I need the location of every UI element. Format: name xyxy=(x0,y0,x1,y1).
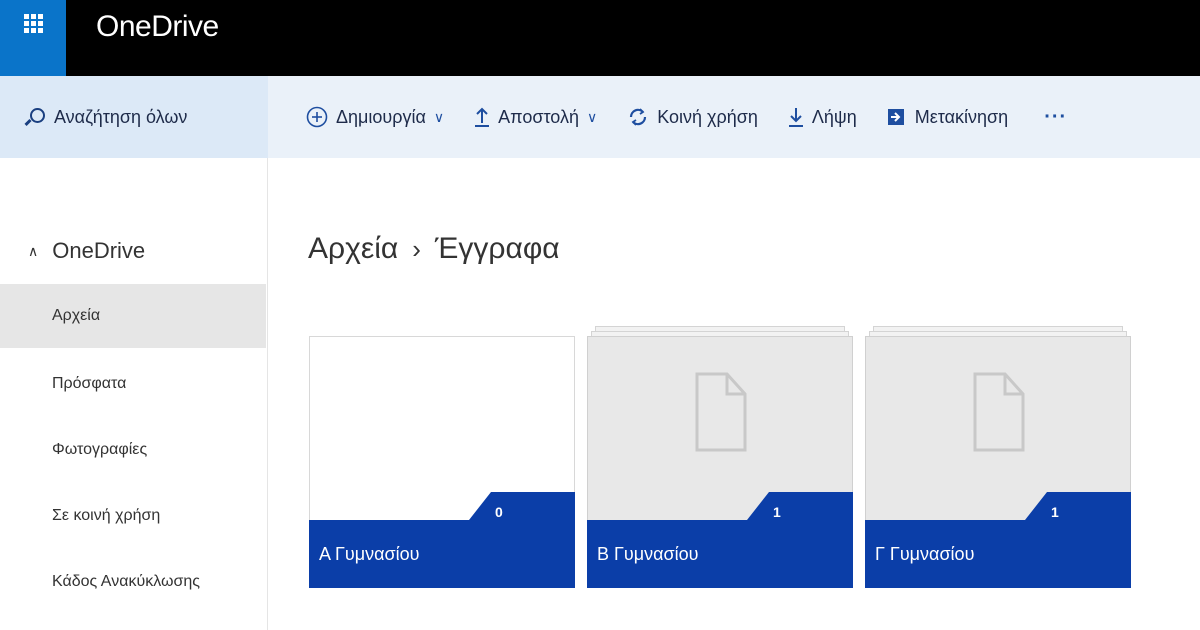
breadcrumb-parent[interactable]: Αρχεία xyxy=(308,232,398,266)
breadcrumb: Αρχεία › Έγγραφα xyxy=(308,232,560,266)
move-label: Μετακίνηση xyxy=(914,106,1009,127)
folder-name: Α Γυμνασίου xyxy=(319,544,420,564)
upload-label: Αποστολή xyxy=(498,106,579,127)
sidebar-item-label: Αρχεία xyxy=(52,307,101,324)
folder-tile[interactable]: 0 Α Γυμνασίου xyxy=(309,322,575,588)
command-bar: Αναζήτηση όλων Δημιουργία ∨ Αποστολή ∨ Κ… xyxy=(0,76,1200,158)
folder-tile[interactable]: 1 Γ Γυμνασίου xyxy=(865,322,1131,588)
folder-item-count: 1 xyxy=(773,504,781,520)
create-button[interactable]: Δημιουργία ∨ xyxy=(306,106,444,128)
top-bar: OneDrive xyxy=(0,0,1200,76)
sidebar-item-recycle-bin[interactable]: Κάδος Ανακύκλωσης xyxy=(0,550,266,614)
chevron-up-icon: ∧ xyxy=(28,242,39,259)
share-icon xyxy=(630,108,647,126)
breadcrumb-separator: › xyxy=(412,233,421,264)
plus-circle-icon xyxy=(306,106,328,128)
folder-item-count: 1 xyxy=(1051,504,1059,520)
search-box[interactable]: Αναζήτηση όλων xyxy=(0,76,268,158)
sidebar-item-recent[interactable]: Πρόσφατα xyxy=(0,352,266,416)
folder-name: Β Γυμνασίου xyxy=(597,544,699,564)
more-icon[interactable]: ··· xyxy=(1044,106,1067,129)
folder-name: Γ Γυμνασίου xyxy=(875,544,975,564)
sidebar-root-onedrive[interactable]: ∧ OneDrive xyxy=(28,238,145,264)
upload-button[interactable]: Αποστολή ∨ xyxy=(474,106,597,128)
share-label: Κοινή χρήση xyxy=(657,106,758,127)
download-label: Λήψη xyxy=(811,106,857,127)
chevron-down-icon: ∨ xyxy=(433,108,445,125)
download-button[interactable]: Λήψη xyxy=(788,106,857,128)
move-icon xyxy=(887,109,904,125)
folder-item-count: 0 xyxy=(495,504,503,520)
chevron-down-icon: ∨ xyxy=(586,108,598,125)
breadcrumb-current: Έγγραφα xyxy=(434,232,560,265)
brand-title[interactable]: OneDrive xyxy=(96,10,219,44)
sidebar-item-label: Κάδος Ανακύκλωσης xyxy=(52,573,200,590)
folder-tile[interactable]: 1 Β Γυμνασίου xyxy=(587,322,853,588)
share-button[interactable]: Κοινή χρήση xyxy=(627,106,758,128)
download-icon xyxy=(788,108,803,127)
move-button[interactable]: Μετακίνηση xyxy=(887,107,1008,128)
folder-tile-footer: 0 Α Γυμνασίου xyxy=(309,492,575,588)
sidebar-root-label: OneDrive xyxy=(52,238,146,263)
app-launcher-button[interactable] xyxy=(0,0,66,76)
document-icon xyxy=(973,372,1025,452)
sidebar-item-photos[interactable]: Φωτογραφίες xyxy=(0,418,266,482)
sidebar-item-shared[interactable]: Σε κοινή χρήση xyxy=(0,484,266,548)
sidebar: ∧ OneDrive Αρχεία Πρόσφατα Φωτογραφίες Σ… xyxy=(0,158,268,630)
command-list: Δημιουργία ∨ Αποστολή ∨ Κοινή χρήση Λήψη… xyxy=(306,76,1067,158)
create-label: Δημιουργία xyxy=(336,106,426,127)
upload-icon xyxy=(475,107,490,127)
sidebar-item-label: Σε κοινή χρήση xyxy=(52,507,161,524)
folder-tile-footer: 1 Γ Γυμνασίου xyxy=(865,492,1131,588)
sidebar-item-label: Πρόσφατα xyxy=(52,375,127,392)
document-icon xyxy=(695,372,747,452)
sidebar-item-label: Φωτογραφίες xyxy=(52,441,148,458)
waffle-icon xyxy=(23,14,43,33)
search-icon xyxy=(26,107,46,127)
sidebar-item-files[interactable]: Αρχεία xyxy=(0,284,266,348)
folder-tile-footer: 1 Β Γυμνασίου xyxy=(587,492,853,588)
search-label: Αναζήτηση όλων xyxy=(54,106,188,127)
